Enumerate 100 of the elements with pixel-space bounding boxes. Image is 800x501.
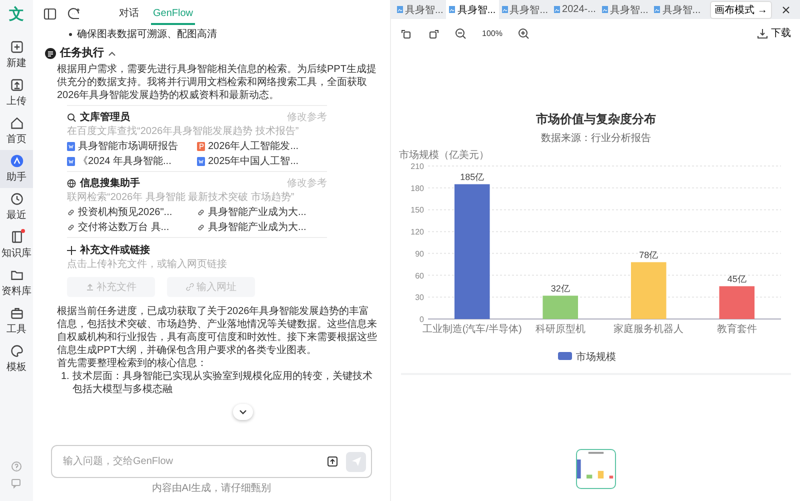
value-label: 32亿 xyxy=(550,284,570,294)
tick-label: 60 xyxy=(415,271,424,280)
plus-icon xyxy=(10,40,24,54)
sidebar-item[interactable]: 最近 xyxy=(0,188,33,226)
legend-label: 市场规模 xyxy=(576,352,616,363)
query-text: 在百度文库查找“2026年具身智能发展趋势 技术报告” xyxy=(67,125,300,138)
rotate-left-icon[interactable] xyxy=(401,28,412,38)
category-label: 教育套件 xyxy=(716,324,757,335)
file-tab[interactable]: 具身智... xyxy=(651,0,704,19)
caret-icon[interactable] xyxy=(108,50,116,58)
sidebar-item[interactable]: 资料库 xyxy=(0,264,33,302)
bullet-text: 确保图表数据可溯源、配图高清 xyxy=(77,28,217,41)
clock-icon xyxy=(10,192,24,206)
link-icon xyxy=(197,223,205,232)
sidebar-item[interactable]: 首页 xyxy=(0,112,33,150)
supplement-title: 补充文件或链接 xyxy=(80,244,150,257)
image-file-icon xyxy=(602,6,608,13)
rotate-right-icon[interactable] xyxy=(428,28,439,38)
image-file-icon xyxy=(554,6,560,13)
download-button[interactable]: 下载 xyxy=(757,26,791,40)
source-link[interactable]: 《2024 年具身智能... xyxy=(67,155,197,168)
sidebar-item[interactable]: 知识库 xyxy=(0,226,33,264)
source-link[interactable]: 投资机构预见2026"... xyxy=(67,206,197,219)
value-label: 78亿 xyxy=(639,250,658,260)
link-icon xyxy=(186,283,194,291)
list-number: 1. xyxy=(61,370,70,384)
download-icon xyxy=(757,28,768,38)
query-text: 联网检索“2026年 具身智能 最新技术突破 市场趋势” xyxy=(67,191,296,204)
document-icon xyxy=(67,157,75,166)
source-link[interactable]: 2025年中国人工智... xyxy=(197,155,327,168)
tool-title: 信息搜集助手 xyxy=(80,176,140,190)
sidebar-toggle-icon[interactable] xyxy=(43,7,57,21)
link-icon xyxy=(67,223,75,232)
zoom-in-icon[interactable] xyxy=(518,28,530,38)
input-field[interactable]: 输入问题，交给GenFlow xyxy=(61,455,319,468)
chart-subtitle: 数据来源：行业分析报告 xyxy=(541,133,651,144)
bullet-icon xyxy=(69,33,72,36)
image-file-icon xyxy=(502,6,508,13)
thumbnail-drawing[interactable] xyxy=(576,449,616,489)
new-chat-icon[interactable] xyxy=(67,7,81,21)
home-icon xyxy=(10,116,24,130)
value-label: 45亿 xyxy=(727,274,746,284)
file-tab[interactable]: 具身智... xyxy=(498,0,552,19)
category-label: 工业制造(汽车/半导体) xyxy=(422,324,522,335)
search-icon xyxy=(67,112,76,122)
paragraph: 根据当前任务进度，已成功获取了关于2026年具身智能发展趋势的丰富信息，包括技术突破、市场趋势、产业落地情况等关键数据。这些信息来自权威机构和行业报告，具有高度可信度和时效性。接下来需要根据这些信息生成PPT大纲，并确保包含用户要求的各类专业图表。 xyxy=(57,305,378,357)
link-icon xyxy=(67,208,75,217)
document-icon xyxy=(67,142,75,151)
image-file-icon xyxy=(449,6,456,13)
source-link[interactable]: 具身智能市场调研报告 xyxy=(67,140,197,153)
file-tab[interactable]: 2024-... xyxy=(551,0,599,19)
source-link[interactable]: 具身智能产业成为大... xyxy=(197,221,327,234)
value-label: 185亿 xyxy=(460,172,484,182)
sidebar-item[interactable]: 工具 xyxy=(0,302,33,340)
input-box[interactable]: 输入问题，交给GenFlow xyxy=(51,445,372,478)
source-link[interactable]: 2026年人工智能发... xyxy=(197,140,327,153)
axis-title: 市场规模（亿美元） xyxy=(399,150,489,161)
document-icon xyxy=(197,157,205,166)
disclaimer-text: 内容由AI生成，请仔细甄别 xyxy=(150,482,272,496)
tab[interactable]: 对话 xyxy=(117,2,141,26)
sidebar-item[interactable]: 上传 xyxy=(0,74,33,112)
image-file-icon xyxy=(397,6,403,13)
upload-icon xyxy=(86,283,94,291)
sidebar-item[interactable]: 模板 xyxy=(0,340,33,378)
hint-text: 点击上传补充文件，或输入网页链接 xyxy=(67,258,228,271)
send-icon xyxy=(350,456,362,467)
category-label: 科研原型机 xyxy=(535,324,586,335)
paragraph: 首先需要整理检索到的核心信息： xyxy=(57,357,208,370)
toolbox-icon xyxy=(10,306,24,320)
sidebar-item[interactable]: 助手 xyxy=(0,150,33,188)
book-icon xyxy=(10,230,24,244)
close-icon[interactable] xyxy=(782,6,790,14)
palette-icon xyxy=(10,344,24,358)
plus-icon xyxy=(67,246,76,255)
image-file-icon xyxy=(654,6,660,13)
upload-icon xyxy=(10,78,24,92)
assistant-icon xyxy=(10,154,24,168)
tick-label: 120 xyxy=(410,228,424,237)
file-tab[interactable]: 具身智... xyxy=(598,0,652,19)
tick-label: 210 xyxy=(410,162,424,171)
paragraph: 根据用户需求，需要先进行具身智能相关信息的检索。为后续PPT生成提供充分的数据支持。我将并行调用文档检索和网络搜索工具，全面获取2026年具身智能发展趋势的权威资料和最新动态。 xyxy=(57,63,378,102)
list-text: 技术层面：具身智能已实现从实验室到规模化应用的转变，关键技术包括大模型与多模态融 xyxy=(72,370,374,396)
slides-icon xyxy=(197,142,205,151)
source-link[interactable]: 交付将达数万台 具... xyxy=(67,221,197,234)
globe-icon xyxy=(67,178,76,188)
chart-title: 市场价值与复杂度分布 xyxy=(536,112,656,126)
scroll-down-button[interactable] xyxy=(233,404,253,420)
source-link[interactable]: 具身智能产业成为大... xyxy=(197,206,327,219)
tool-title: 文库管理员 xyxy=(80,110,130,124)
file-tab[interactable]: 具身智... xyxy=(394,0,446,19)
tick-label: 0 xyxy=(420,315,424,324)
sidebar-item[interactable]: 新建 xyxy=(0,36,33,74)
canvas-mode-button[interactable]: 画布模式 → xyxy=(710,0,772,18)
category-label: 家庭服务机器人 xyxy=(614,324,684,335)
zoom-out-icon[interactable] xyxy=(455,28,466,38)
upload-icon[interactable] xyxy=(327,456,338,467)
tick-label: 180 xyxy=(410,184,424,193)
file-tab[interactable]: 具身智... xyxy=(446,0,499,19)
tick-label: 150 xyxy=(410,206,424,215)
folder-icon xyxy=(10,268,24,282)
